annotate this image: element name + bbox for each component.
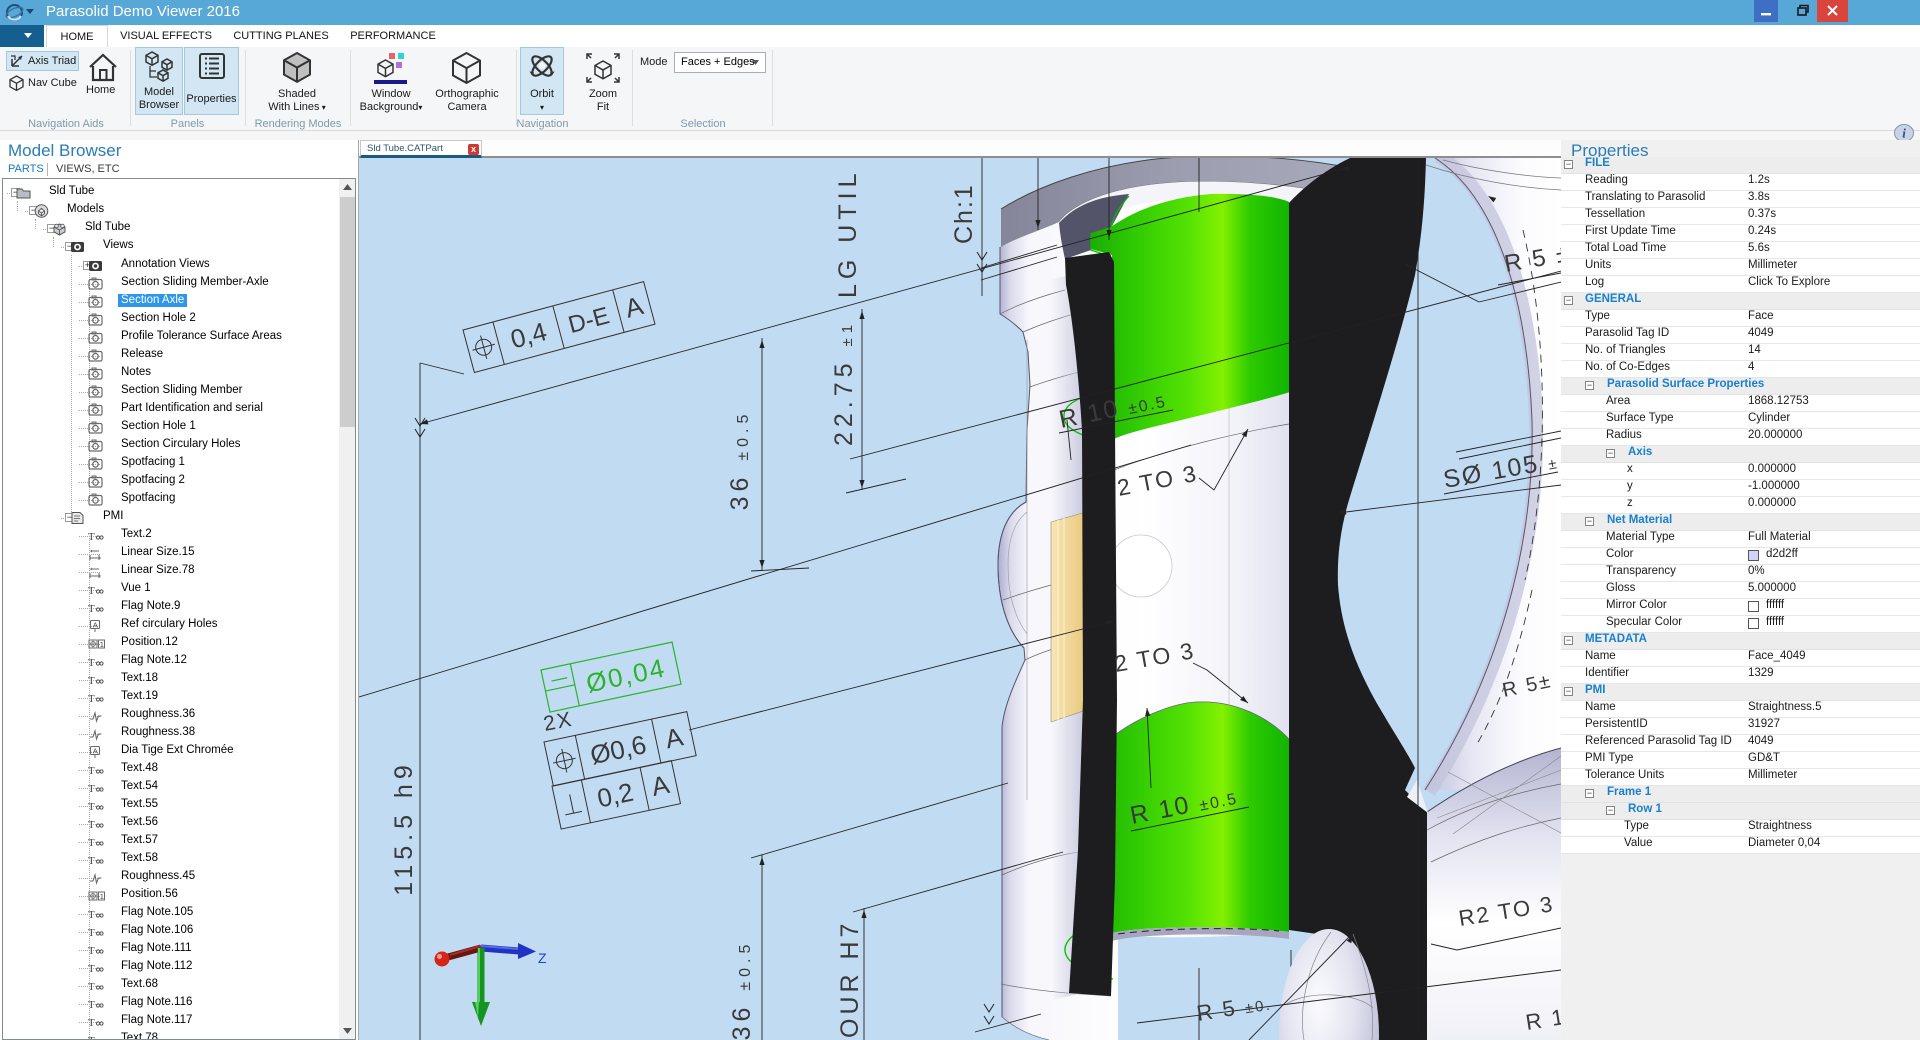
svg-text:Z: Z [538,950,547,966]
svg-text:T: T [88,963,95,975]
svg-text:T: T [88,531,95,543]
svg-text:T: T [88,693,95,705]
svg-text:A: A [93,746,98,755]
svg-text:T: T [88,819,95,831]
svg-text:T: T [88,657,95,669]
svg-text:T: T [88,603,95,615]
svg-text:T: T [88,675,95,687]
svg-text:T: T [88,1035,95,1040]
svg-text:T: T [88,765,95,777]
svg-text:T: T [88,855,95,867]
svg-text:T: T [88,585,95,597]
svg-text:OUR H7: OUR H7 [836,920,864,1038]
svg-text:T: T [88,945,95,957]
svg-text:T: T [88,837,95,849]
svg-text:i: i [1902,126,1906,141]
svg-text:A: A [93,620,98,629]
svg-text:115.5 h9: 115.5 h9 [390,760,418,895]
svg-text:T: T [88,981,95,993]
svg-text:T: T [88,999,95,1011]
svg-text:R 1: R 1 [1524,1004,1561,1035]
svg-text:Ch:1: Ch:1 [950,183,978,244]
svg-text:1: 1 [100,892,104,901]
svg-text:LG UTIL: LG UTIL [834,169,862,298]
svg-text:T: T [88,801,95,813]
svg-text:T: T [88,909,95,921]
svg-text:T: T [88,783,95,795]
svg-text:T: T [88,927,95,939]
svg-text:1: 1 [100,640,104,649]
svg-text:T: T [88,1017,95,1029]
